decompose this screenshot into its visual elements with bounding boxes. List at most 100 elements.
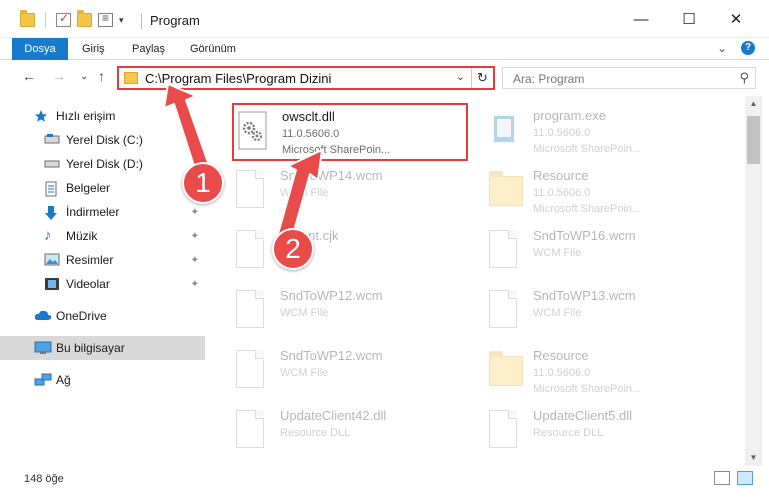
sidebar-item-quick-access[interactable]: Hızlı erişim — [0, 104, 205, 128]
sidebar-item-videos[interactable]: Videolar ✦ — [0, 272, 205, 296]
file-tile-updateclient42[interactable]: UpdateClient42.dll Resource DLL — [232, 404, 464, 460]
file-version: 11.0.5606.0 — [282, 128, 340, 140]
pin-icon[interactable]: ✦ — [191, 255, 199, 266]
tab-view[interactable]: Görünüm — [178, 38, 248, 60]
properties-check-icon[interactable] — [56, 11, 71, 27]
customize-icon[interactable] — [98, 11, 113, 27]
search-input[interactable]: Ara: Program ⚲ — [502, 67, 756, 89]
file-tile-sndtowp12-a[interactable]: SndToWP12.wcm WCM File — [232, 284, 464, 340]
pictures-icon — [44, 253, 60, 267]
file-version: 11.0.5606.0 — [533, 367, 591, 379]
folder-icon — [489, 350, 523, 392]
back-button[interactable]: ← — [22, 68, 36, 84]
sidebar-item-network[interactable]: Ağ — [0, 368, 205, 392]
pin-icon: ⚲ — [191, 134, 199, 146]
pin-icon[interactable]: ✦ — [191, 207, 199, 218]
tab-home[interactable]: Giriş — [70, 38, 117, 60]
qat-dropdown-icon[interactable]: ▾ — [119, 15, 124, 26]
sidebar-item-disk-d[interactable]: Yerel Disk (D:) — [0, 152, 205, 176]
sidebar-item-disk-c[interactable]: Yerel Disk (C:) ⚲ — [0, 128, 205, 152]
file-tile-program-exe[interactable]: program.exe 11.0.5606.0 Microsoft ShareP… — [485, 104, 717, 160]
sidebar-item-downloads[interactable]: İndirmeler ✦ — [0, 200, 205, 224]
sidebar-item-label: Yerel Disk (C:) — [66, 133, 143, 147]
address-bar[interactable]: C:\Program Files\Program Dizini ⌄ ↻ — [117, 66, 495, 90]
folder-icon — [489, 170, 523, 212]
file-name: SndToWP16.wcm — [533, 228, 636, 243]
close-button[interactable]: ✕ — [713, 0, 759, 38]
file-type: Resource DLL — [533, 427, 604, 439]
document-icon — [489, 290, 521, 332]
file-type: Resource DLL — [280, 427, 351, 439]
file-name: Resource — [533, 348, 589, 363]
download-icon — [44, 205, 60, 220]
file-tile-updateclient5[interactable]: UpdateClient5.dll Resource DLL — [485, 404, 717, 460]
file-description: Microsoft SharePoin... — [533, 203, 642, 215]
title-bar: ▾ Program — ☐ ✕ — [0, 0, 769, 38]
recent-locations-button[interactable]: ⌄ — [80, 71, 88, 82]
file-tile-resource-1[interactable]: Resource 11.0.5606.0 Microsoft SharePoin… — [485, 164, 717, 220]
computer-icon — [34, 341, 52, 355]
sidebar-item-label: OneDrive — [56, 309, 107, 323]
file-name: UpdateClient42.dll — [280, 408, 387, 423]
file-type: WCM File — [533, 307, 582, 319]
file-type: WCM File — [533, 247, 582, 259]
up-button[interactable]: ↑ — [98, 68, 105, 84]
details-view-icon[interactable] — [714, 471, 730, 485]
scrollbar-thumb[interactable] — [747, 116, 760, 164]
minimize-button[interactable]: — — [618, 0, 664, 38]
file-type: WCM File — [280, 367, 329, 379]
document-icon — [489, 410, 521, 452]
sidebar-item-this-pc[interactable]: Bu bilgisayar — [0, 336, 205, 360]
ribbon-collapse-icon[interactable]: ⌄ — [717, 41, 727, 55]
help-icon[interactable]: ? — [741, 41, 755, 55]
quick-access-toolbar: ▾ — [20, 10, 124, 28]
file-name: SndToWP12.wcm — [280, 288, 383, 303]
pin-icon[interactable]: ✦ — [191, 231, 199, 242]
vertical-scrollbar[interactable]: ▲ ▼ — [745, 96, 762, 466]
tab-file[interactable]: Dosya — [12, 38, 68, 60]
file-tile-stdfont[interactable]: stdfont.cjk — [232, 224, 464, 280]
file-tile-resource-2[interactable]: Resource 11.0.5606.0 Microsoft SharePoin… — [485, 344, 717, 400]
network-icon — [34, 373, 52, 387]
pin-icon[interactable]: ✦ — [191, 279, 199, 290]
file-list: owsclt.dll 11.0.5606.0 Microsoft SharePo… — [207, 96, 745, 466]
address-dropdown-icon[interactable]: ⌄ — [456, 70, 465, 83]
document-icon — [236, 410, 268, 452]
search-icon[interactable]: ⚲ — [739, 70, 749, 86]
forward-button[interactable]: → — [52, 68, 66, 84]
exe-icon — [489, 110, 521, 152]
callout-step-2: 2 — [272, 228, 314, 270]
sidebar-item-label: Müzik — [66, 229, 98, 243]
sidebar-item-music[interactable]: ♪ Müzik ✦ — [0, 224, 205, 248]
document-icon — [489, 230, 521, 272]
maximize-button[interactable]: ☐ — [666, 0, 712, 38]
tab-share[interactable]: Paylaş — [120, 38, 177, 60]
sidebar-item-pictures[interactable]: Resimler ✦ — [0, 248, 205, 272]
sidebar-item-label: Hızlı erişim — [56, 109, 116, 123]
file-version: 11.0.5606.0 — [533, 187, 591, 199]
refresh-button[interactable]: ↻ — [471, 68, 493, 88]
new-folder-icon[interactable] — [77, 10, 92, 27]
sidebar-item-label: Bu bilgisayar — [56, 341, 125, 355]
sidebar-item-label: Ağ — [56, 373, 71, 387]
folder-icon — [20, 10, 35, 27]
file-type: WCM File — [280, 187, 329, 199]
tiles-view-icon[interactable] — [737, 471, 753, 485]
scroll-up-icon[interactable]: ▲ — [745, 96, 762, 112]
sidebar-item-label: Belgeler — [66, 181, 111, 195]
document-icon — [236, 230, 268, 272]
sidebar-item-onedrive[interactable]: OneDrive — [0, 304, 205, 328]
file-tile-sndtowp14[interactable]: SndToWP14.wcm WCM File — [232, 164, 464, 220]
file-tile-sndtowp13[interactable]: SndToWP13.wcm WCM File — [485, 284, 717, 340]
sidebar-item-documents[interactable]: Belgeler — [0, 176, 205, 200]
document-icon — [236, 170, 268, 212]
file-tile-sndtowp12-b[interactable]: SndToWP12.wcm WCM File — [232, 344, 464, 400]
file-tile-owsclt-dll[interactable]: owsclt.dll 11.0.5606.0 Microsoft SharePo… — [232, 103, 468, 161]
file-name: SndToWP13.wcm — [533, 288, 636, 303]
cloud-icon — [34, 309, 52, 323]
file-tile-sndtowp16[interactable]: SndToWP16.wcm WCM File — [485, 224, 717, 280]
scroll-down-icon[interactable]: ▼ — [745, 450, 762, 466]
file-name: SndToWP12.wcm — [280, 348, 383, 363]
file-name: UpdateClient5.dll — [533, 408, 633, 423]
address-path[interactable]: C:\Program Files\Program Dizini — [145, 71, 331, 86]
